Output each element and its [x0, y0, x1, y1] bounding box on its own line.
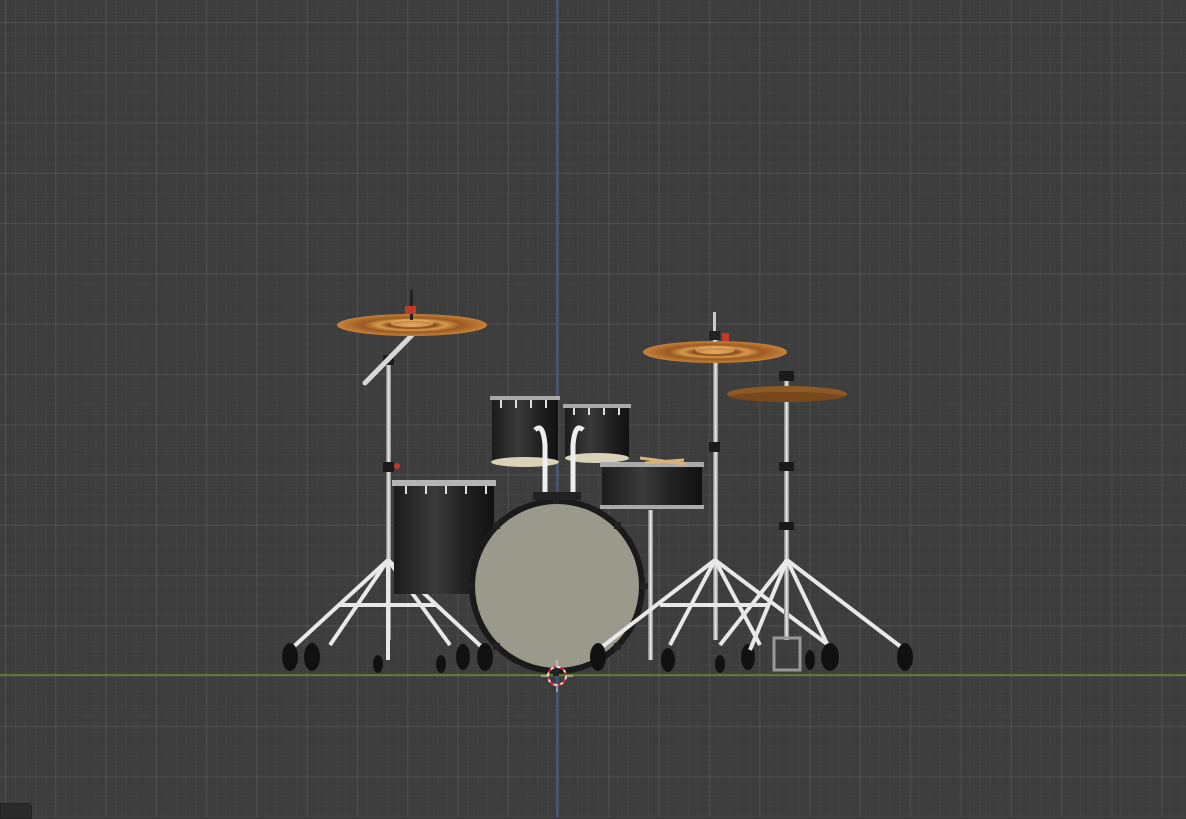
3d-viewport[interactable]: [0, 0, 1186, 819]
rack-tom-left[interactable]: [490, 396, 560, 495]
drum-kit[interactable]: [0, 0, 1186, 817]
